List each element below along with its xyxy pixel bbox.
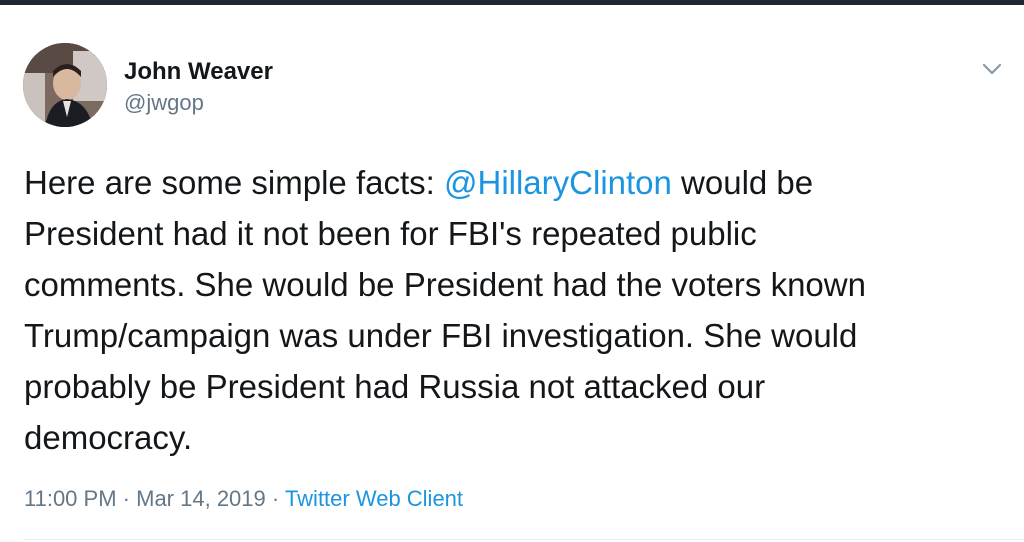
tweet-time[interactable]: 11:00 PM [24, 486, 117, 511]
tweet-text-line: Here are some simple facts: @HillaryClin… [24, 157, 1009, 208]
meta-separator: · [122, 486, 130, 511]
tweet-date[interactable]: Mar 14, 2019 [136, 486, 266, 511]
tweet-source-link[interactable]: Twitter Web Client [285, 486, 463, 511]
chevron-down-icon[interactable] [978, 55, 1006, 83]
author-handle[interactable]: @jwgop [124, 89, 204, 117]
profile-photo-icon [23, 43, 107, 127]
tweet-meta: 11:00 PM · Mar 14, 2019 · Twitter Web Cl… [24, 485, 463, 513]
tweet-text-line: Trump/campaign was under FBI investigati… [24, 317, 858, 354]
tweet-text-line: President had it not been for FBI's repe… [24, 215, 757, 252]
tweet-card: John Weaver @jwgop Here are some simple … [0, 5, 1024, 542]
tweet-text-segment: would be [671, 164, 814, 201]
tweet-text: Here are some simple facts: @HillaryClin… [24, 157, 1009, 463]
mention-link[interactable]: @HillaryClinton [444, 164, 672, 201]
tweet-text-line: comments. She would be President had the… [24, 266, 866, 303]
avatar[interactable] [23, 43, 107, 127]
tweet-text-line: probably be President had Russia not att… [24, 368, 766, 405]
meta-separator: · [271, 486, 280, 511]
author-name[interactable]: John Weaver [124, 57, 273, 87]
tweet-text-line: democracy. [24, 419, 193, 456]
tweet-text-segment: Here are some simple facts: [24, 164, 444, 201]
divider [24, 539, 1024, 540]
